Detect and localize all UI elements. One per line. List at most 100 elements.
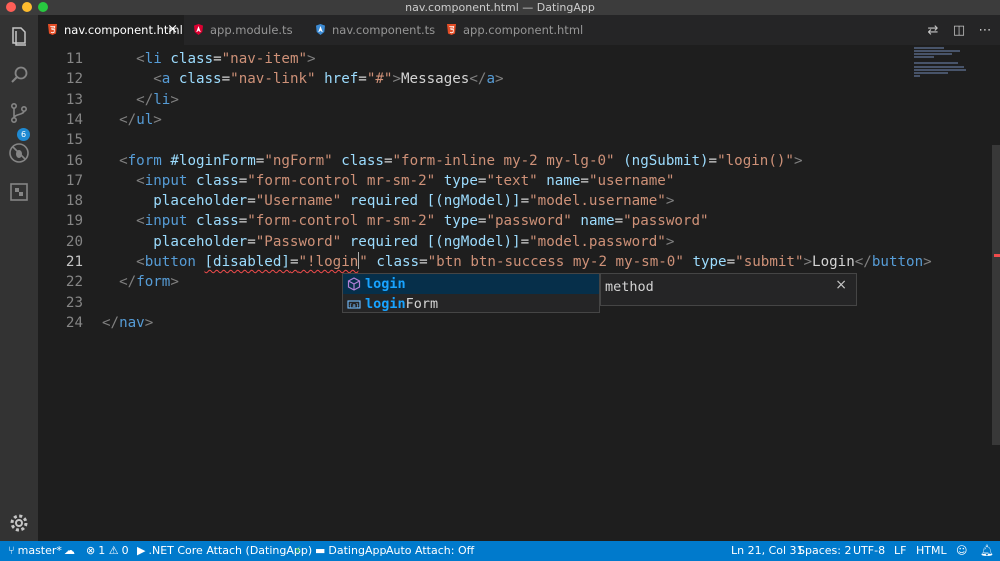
editor-tab-bar: nav.component.html × app.module.ts nav.c… — [38, 15, 1000, 45]
search-icon[interactable] — [7, 63, 31, 87]
error-icon: ⊗ — [86, 544, 96, 557]
line-number: 21 — [65, 254, 83, 270]
open-changes-icon[interactable]: ⇄ — [926, 23, 940, 38]
extensions-icon[interactable] — [7, 180, 31, 204]
autocomplete-suggest-widget[interactable]: login {a} loginForm — [342, 273, 600, 313]
code-text: <li class="nav-item"> — [136, 51, 316, 67]
code-text: <form #loginForm="ngForm" class="form-in… — [119, 152, 803, 169]
split-editor-icon[interactable]: ◫ — [952, 23, 966, 38]
line-number: 18 — [65, 193, 83, 210]
line-number: 12 — [65, 71, 83, 88]
tab-nav-component-html[interactable]: nav.component.html × — [38, 15, 184, 45]
tab-label: nav.component.html — [64, 23, 183, 37]
editor-actions: ⇄ ◫ ⋯ — [926, 15, 992, 45]
warning-icon: ⚠ — [108, 544, 119, 557]
play-icon: ▶ — [137, 544, 146, 557]
suggestion-label: login — [365, 276, 406, 292]
encoding[interactable]: UTF-8 — [853, 541, 885, 561]
code-line[interactable]: 12 <a class="nav-link" href="#">Messages… — [38, 69, 938, 89]
suggestion-loginform[interactable]: {a} loginForm — [343, 294, 599, 314]
code-line[interactable]: 21 <button [disabled]="!login" class="bt… — [38, 252, 938, 272]
line-number: 15 — [65, 132, 83, 149]
tab-app-component-html[interactable]: app.component.html — [437, 15, 592, 45]
suggestion-label: loginForm — [365, 296, 439, 312]
settings-gear-icon[interactable] — [7, 511, 31, 535]
debug-icon[interactable] — [7, 141, 31, 165]
code-line[interactable]: 20 placeholder="Password" required [(ngM… — [38, 232, 938, 252]
tab-nav-component-ts[interactable]: nav.component.ts — [306, 15, 436, 45]
line-number: 13 — [65, 91, 83, 108]
title-bar: nav.component.html — DatingApp — [0, 0, 1000, 15]
angular-ts-icon — [316, 24, 325, 35]
line-number: 16 — [65, 152, 83, 169]
method-cube-icon — [347, 277, 361, 291]
line-number: 23 — [65, 294, 83, 311]
code-text: <input class="form-control mr-sm-2" type… — [136, 172, 675, 189]
code-text: </form> — [119, 274, 179, 291]
code-line[interactable]: 18 placeholder="Username" required [(ngM… — [38, 191, 938, 211]
folder-label: DatingApp — [328, 544, 387, 557]
warning-count: 0 — [121, 544, 129, 557]
window-title: nav.component.html — DatingApp — [405, 1, 595, 14]
html5-icon — [48, 24, 57, 35]
status-bar: ⑂ master* ☁ ⊗ 1 ⚠ 0 ▶ .NET Core Attach (Dati… — [0, 541, 1000, 561]
code-text: placeholder="Password" required [(ngMode… — [153, 233, 675, 250]
line-number: 20 — [65, 233, 83, 250]
code-text: <input class="form-control mr-sm-2" type… — [136, 213, 709, 230]
notifications-bell-icon[interactable]: 🔔︎ — [980, 541, 994, 561]
source-control-icon[interactable] — [7, 101, 31, 125]
variable-icon: {a} — [347, 300, 361, 309]
svg-text:{a}: {a} — [349, 303, 359, 309]
suggestion-login[interactable]: login — [343, 274, 599, 294]
language-mode[interactable]: HTML — [916, 541, 947, 561]
minimap[interactable] — [910, 45, 990, 85]
line-number: 14 — [65, 111, 83, 128]
code-text: </nav> — [102, 314, 154, 331]
feedback-icon[interactable]: ☺ — [956, 541, 967, 561]
end-of-line[interactable]: LF — [894, 541, 906, 561]
code-line[interactable]: 24 </nav> — [38, 313, 938, 333]
sync-icon[interactable]: ☁ — [64, 541, 75, 561]
cursor-position[interactable]: Ln 21, Col 31 — [731, 541, 804, 561]
angular-icon — [194, 24, 203, 35]
code-text: </ul> — [119, 111, 162, 128]
suggestion-details: method × — [600, 273, 857, 306]
source-control-badge: 6 — [17, 128, 30, 141]
git-branch[interactable]: ⑂ master* — [8, 541, 62, 561]
activity-bar: 6 — [0, 15, 38, 541]
code-text: </li> — [136, 91, 179, 108]
git-branch-icon: ⑂ — [8, 544, 15, 557]
code-line[interactable]: 13 </li> — [38, 90, 938, 110]
close-icon[interactable]: × — [167, 15, 178, 45]
code-line[interactable]: 19 <input class="form-control mr-sm-2" t… — [38, 211, 938, 231]
code-text: <a class="nav-link" href="#">Messages</a… — [153, 71, 504, 88]
error-overview-marker — [994, 254, 1000, 257]
problems-indicator[interactable]: ⊗ 1 ⚠ 0 — [86, 541, 129, 561]
editor-scrollbar[interactable] — [992, 145, 1000, 445]
code-line[interactable]: 14 </ul> — [38, 110, 938, 130]
tab-label: app.component.html — [463, 23, 584, 37]
code-line[interactable]: 16 <form #loginForm="ngForm" class="form… — [38, 151, 938, 171]
workspace-folder[interactable]: ▬ DatingApp — [315, 541, 386, 561]
debug-launch[interactable]: ▶ .NET Core Attach (DatingApp) — [137, 541, 312, 561]
tab-label: app.module.ts — [210, 23, 293, 37]
tab-app-module-ts[interactable]: app.module.ts — [184, 15, 301, 45]
explorer-icon[interactable] — [7, 25, 31, 49]
close-icon[interactable]: × — [835, 277, 847, 293]
code-line[interactable]: 15 — [38, 130, 938, 150]
error-count: 1 — [98, 544, 106, 557]
code-line[interactable]: 17 <input class="form-control mr-sm-2" t… — [38, 171, 938, 191]
live-share-icon[interactable]: ⚡ — [294, 541, 302, 561]
tab-label: nav.component.ts — [332, 23, 436, 37]
debug-config-label: .NET Core Attach (DatingApp) — [148, 544, 313, 557]
line-number: 22 — [65, 274, 83, 291]
folder-icon: ▬ — [315, 544, 326, 557]
auto-attach[interactable]: Auto Attach: Off — [386, 541, 474, 561]
line-number: 24 — [65, 314, 83, 331]
indentation[interactable]: Spaces: 2 — [798, 541, 851, 561]
line-number: 11 — [65, 51, 83, 67]
code-line[interactable]: 11 <li class="nav-item"> — [38, 49, 938, 69]
more-actions-icon[interactable]: ⋯ — [978, 23, 992, 38]
html5-icon — [447, 24, 456, 35]
code-text: placeholder="Username" required [(ngMode… — [153, 193, 675, 210]
